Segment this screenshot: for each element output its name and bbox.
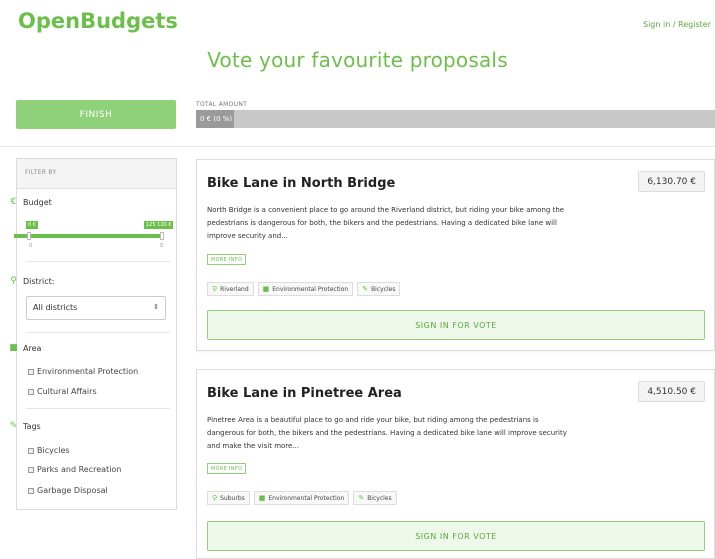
folder-icon: ■	[9, 343, 18, 353]
sign-in-for-vote-button[interactable]: SIGN IN FOR VOTE	[207, 521, 705, 551]
folder-icon: ■	[262, 285, 270, 293]
budget-min-handle[interactable]	[27, 232, 31, 240]
total-amount-bar: 0 € (0 %)	[196, 110, 715, 128]
checkbox-label: Parks and Recreation	[37, 465, 122, 474]
tag-label: Bicycles	[371, 285, 396, 293]
proposal-description: North Bridge is a convenient place to go…	[207, 206, 565, 240]
area-filter-heading: ■ Area	[9, 343, 41, 353]
proposal-title[interactable]: Bike Lane in Pinetree Area	[207, 386, 402, 401]
sign-in-for-vote-button[interactable]: SIGN IN FOR VOTE	[207, 310, 705, 340]
checkbox[interactable]	[28, 447, 34, 454]
tag-category[interactable]: ✎ Bicycles	[353, 491, 397, 505]
budget-max-handle[interactable]	[160, 232, 164, 240]
tag-icon: ✎	[9, 421, 18, 431]
filters-panel: FILTER BY	[16, 158, 177, 510]
area-label: Area	[23, 343, 42, 353]
checkbox-label: Bicycles	[37, 446, 70, 455]
tag-checkbox-bicycles[interactable]: Bicycles	[28, 446, 70, 455]
logo[interactable]: OpenBudgets	[18, 9, 178, 33]
proposal-price: 6,130.70 €	[638, 171, 705, 192]
budget-min-tick: 0	[29, 243, 33, 249]
tag-area[interactable]: ■ Environmental Protection	[257, 282, 354, 296]
proposal-title[interactable]: Bike Lane in North Bridge	[207, 176, 395, 191]
tag-area[interactable]: ■ Environmental Protection	[253, 491, 350, 505]
proposal-tags: ⚲ Suburbs ■ Environmental Protection ✎ B…	[207, 491, 397, 505]
tag-icon: ✎	[362, 285, 369, 293]
proposal-description: Pinetree Area is a beautiful place to go…	[207, 416, 567, 450]
finish-button[interactable]: FINISH	[16, 100, 176, 129]
hr-3	[26, 408, 170, 409]
tags-filter-heading: ✎ Tags	[9, 421, 41, 431]
checkbox[interactable]	[28, 368, 34, 375]
district-filter-heading: ⚲ District:	[9, 276, 54, 286]
tag-icon: ✎	[358, 494, 365, 502]
district-label: District:	[23, 276, 55, 286]
area-checkbox-environmental-protection[interactable]: Environmental Protection	[28, 367, 138, 376]
checkbox-label: Garbage Disposal	[37, 486, 108, 495]
proposal-tags: ⚲ Riverland ■ Environmental Protection ✎…	[207, 282, 401, 296]
budget-filter-heading: € Budget	[9, 197, 52, 207]
tag-label: Bicycles	[367, 494, 392, 502]
district-select[interactable]: All districts ⇕	[26, 296, 166, 320]
budget-min-badge: 0 €	[26, 221, 38, 229]
checkbox[interactable]	[28, 388, 34, 395]
tag-label: Suburbs	[220, 494, 245, 502]
filters-heading: FILTER BY	[17, 159, 176, 189]
budget-max-badge: 125 120 €	[144, 221, 174, 229]
tag-district[interactable]: ⚲ Suburbs	[207, 491, 250, 505]
sign-in-register-link[interactable]: Sign in / Register	[643, 20, 711, 29]
area-checkbox-cultural-affairs[interactable]: Cultural Affairs	[28, 387, 97, 396]
proposal-card: Bike Lane in Pinetree Area 4,510.50 € Pi…	[196, 369, 715, 559]
location-icon: ⚲	[212, 285, 218, 293]
tag-label: Riverland	[220, 285, 249, 293]
budget-slider-track[interactable]	[14, 234, 162, 238]
page-title: Vote your favourite proposals	[207, 48, 508, 72]
tag-district[interactable]: ⚲ Riverland	[207, 282, 254, 296]
location-icon: ⚲	[10, 276, 17, 286]
hr-1	[26, 261, 170, 262]
checkbox-label: Environmental Protection	[37, 367, 139, 376]
tag-label: Environmental Protection	[272, 285, 349, 293]
budget-max-tick: 0	[160, 243, 164, 249]
more-info-button[interactable]: MORE INFO	[207, 463, 247, 474]
tag-category[interactable]: ✎ Bicycles	[357, 282, 401, 296]
tags-label: Tags	[23, 421, 41, 431]
total-amount-value: 0 € (0 %)	[196, 110, 234, 128]
folder-icon: ■	[258, 494, 266, 502]
tag-label: Environmental Protection	[268, 494, 345, 502]
proposal-price: 4,510.50 €	[638, 381, 705, 402]
tag-checkbox-garbage-disposal[interactable]: Garbage Disposal	[28, 486, 108, 495]
checkbox-label: Cultural Affairs	[37, 387, 97, 396]
select-arrows-icon: ⇕	[153, 303, 159, 311]
section-divider	[0, 146, 715, 147]
tag-checkbox-parks-and-recreation[interactable]: Parks and Recreation	[28, 465, 121, 474]
more-info-button[interactable]: MORE INFO	[207, 254, 247, 265]
checkbox[interactable]	[28, 466, 34, 473]
hr-2	[26, 332, 170, 333]
budget-label: Budget	[23, 197, 52, 207]
district-select-value: All districts	[33, 303, 78, 312]
euro-icon: €	[10, 197, 17, 207]
proposal-card: Bike Lane in North Bridge 6,130.70 € Nor…	[196, 159, 715, 351]
total-amount-label: TOTAL AMOUNT	[196, 101, 248, 108]
location-icon: ⚲	[212, 494, 218, 502]
checkbox[interactable]	[28, 487, 34, 494]
